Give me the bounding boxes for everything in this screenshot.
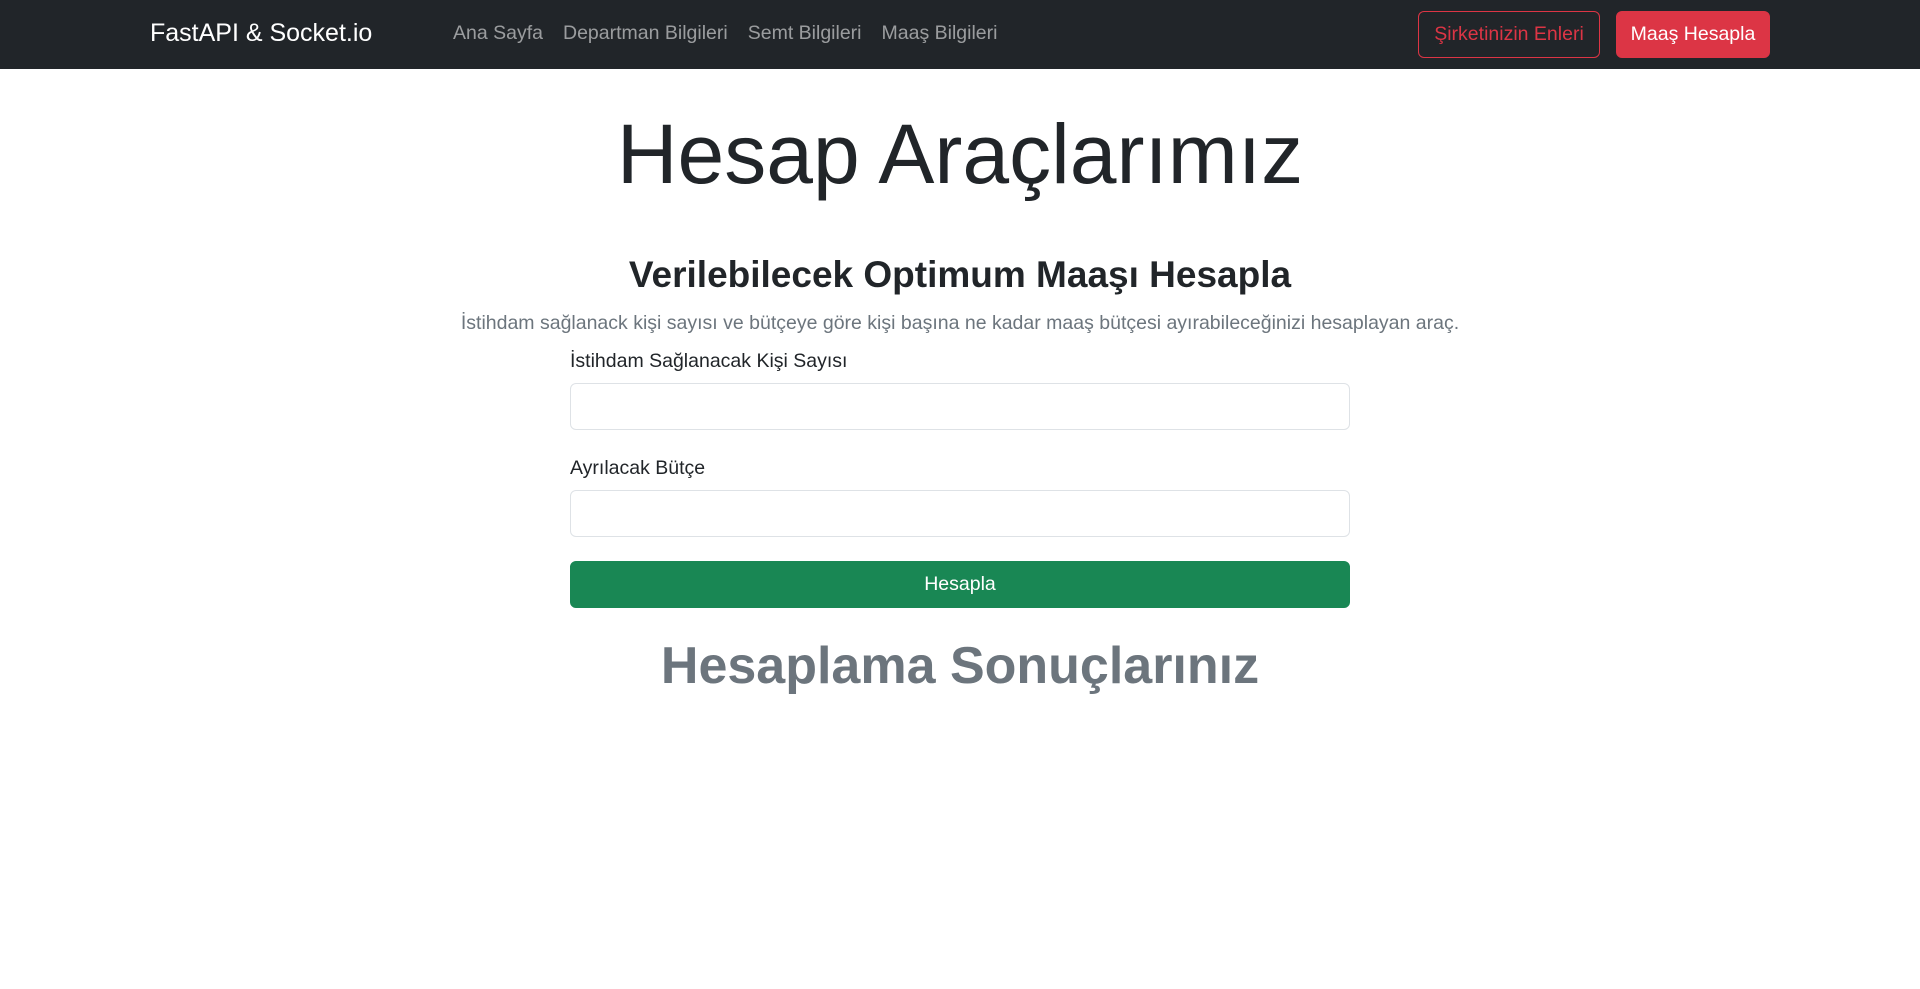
- people-count-input[interactable]: [570, 383, 1350, 430]
- nav-links: Ana Sayfa Departman Bilgileri Semt Bilgi…: [453, 22, 1007, 45]
- navbar-brand[interactable]: FastAPI & Socket.io: [150, 19, 372, 48]
- calculator-title: Verilebilecek Optimum Maaşı Hesapla: [628, 254, 1292, 295]
- maas-hesapla-button[interactable]: Maaş Hesapla: [1616, 11, 1770, 58]
- budget-input[interactable]: [570, 490, 1350, 537]
- top-navbar: FastAPI & Socket.io Ana Sayfa Departman …: [0, 0, 1920, 69]
- calculator-description: İstihdam sağlanack kişi sayısı ve bütçey…: [460, 312, 1460, 334]
- people-count-label: İstihdam Sağlanacak Kişi Sayısı: [570, 350, 848, 372]
- nav-link-maas-bilgileri[interactable]: Maaş Bilgileri: [872, 22, 1008, 45]
- hesapla-button[interactable]: Hesapla: [570, 561, 1350, 608]
- nav-link-departman-bilgileri[interactable]: Departman Bilgileri: [553, 22, 738, 45]
- page-title: Hesap Araçlarımız: [616, 107, 1304, 201]
- sirketinizin-enleri-button[interactable]: Şirketinizin Enleri: [1418, 11, 1600, 58]
- budget-field-group: Ayrılacak Bütçe: [570, 457, 1350, 537]
- people-field-group: İstihdam Sağlanacak Kişi Sayısı: [570, 350, 1350, 430]
- results-title: Hesaplama Sonuçlarınız: [660, 637, 1260, 695]
- nav-link-ana-sayfa[interactable]: Ana Sayfa: [453, 22, 553, 45]
- budget-label: Ayrılacak Bütçe: [570, 457, 706, 479]
- nav-link-semt-bilgileri[interactable]: Semt Bilgileri: [738, 22, 872, 45]
